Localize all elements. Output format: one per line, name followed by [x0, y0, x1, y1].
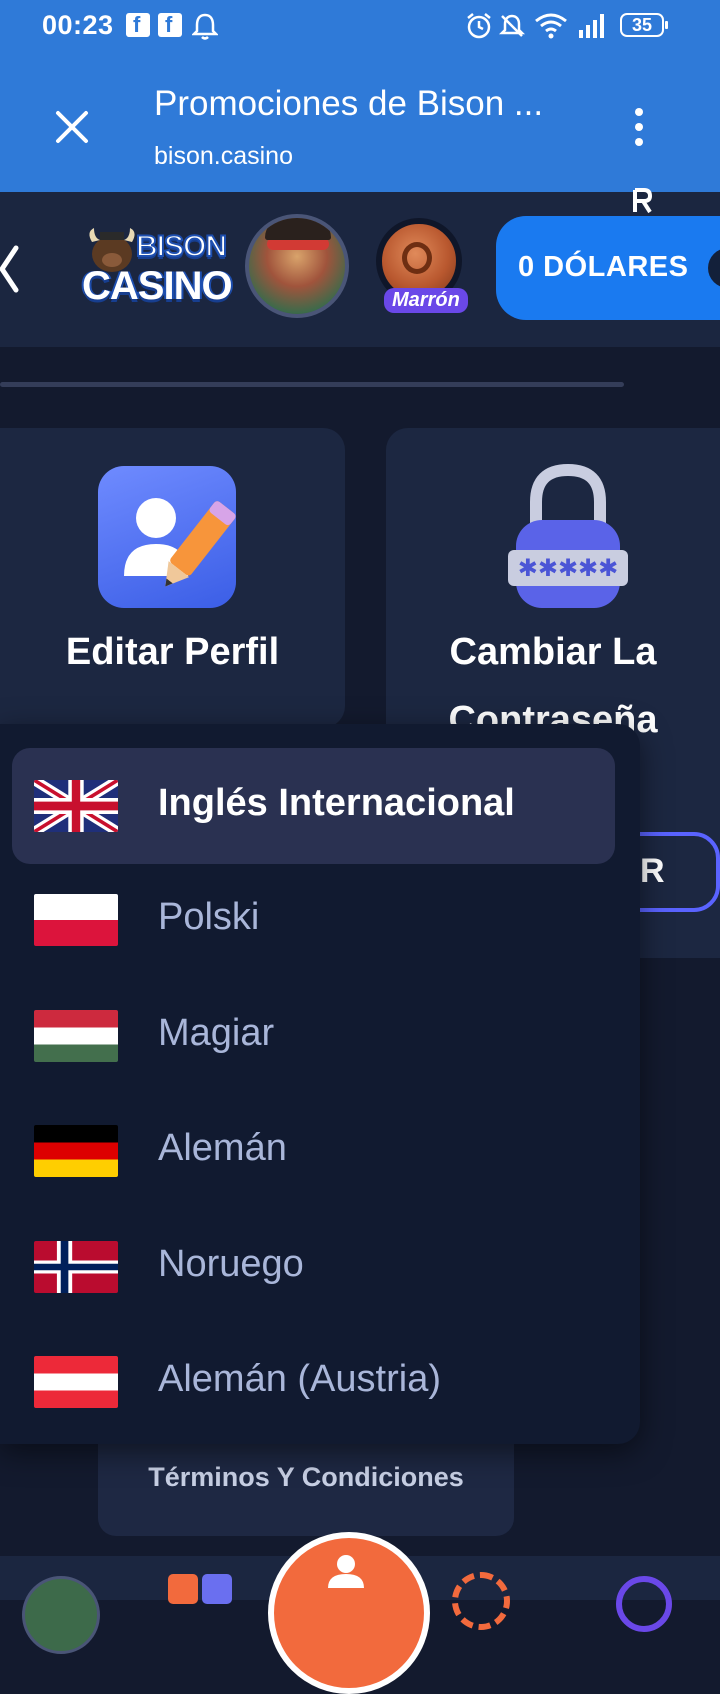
facebook-icon: f: [126, 12, 150, 37]
language-option-polski[interactable]: Polski: [12, 862, 615, 978]
change-password-button-label: R: [640, 852, 665, 890]
language-option-magiar[interactable]: Magiar: [12, 978, 615, 1094]
language-option-noruego[interactable]: Noruego: [12, 1209, 615, 1325]
tab-scroll-indicator: [0, 382, 624, 387]
edit-profile-label: Editar Perfil: [65, 631, 280, 673]
language-option-aleman-austria[interactable]: Alemán (Austria): [12, 1324, 615, 1440]
language-label: Alemán (Austria): [158, 1358, 441, 1400]
page-title: Promociones de Bison ...: [154, 84, 544, 123]
svg-text:✱✱✱✱✱: ✱✱✱✱✱: [518, 554, 619, 582]
site-header: BISON CASINO Marrón 0 DÓLARES: [0, 188, 720, 347]
center-action-button[interactable]: [268, 1532, 430, 1694]
change-password-label-line1: Cambiar La: [449, 631, 657, 673]
edit-profile-icon: [98, 466, 236, 608]
status-time: 00:23: [42, 10, 114, 40]
austria-flag-icon: [34, 1356, 118, 1408]
uk-flag-icon: [34, 780, 118, 832]
nav-profile-avatar[interactable]: [22, 1576, 100, 1654]
logo-text-bison: BISON: [135, 229, 228, 264]
language-label: Polski: [158, 896, 260, 938]
signal-icon: [579, 14, 604, 38]
alarm-icon: [467, 13, 491, 39]
terms-link[interactable]: Términos Y Condiciones: [98, 1444, 514, 1536]
norway-flag-icon: [34, 1241, 118, 1293]
person-icon: [328, 1555, 364, 1588]
rank-indicator[interactable]: Marrón: [370, 214, 474, 322]
language-label: Inglés Internacional: [158, 782, 515, 824]
logo-text-casino: CASINO: [82, 264, 233, 308]
partial-r-glyph: [633, 188, 653, 214]
language-label: Alemán: [158, 1127, 287, 1169]
nav-search-icon[interactable]: [616, 1576, 672, 1632]
battery-icon: 35: [620, 13, 668, 37]
terms-label: Términos Y Condiciones: [148, 1462, 464, 1492]
bison-casino-logo[interactable]: BISON CASINO: [80, 222, 233, 310]
balance-button[interactable]: 0 DÓLARES: [496, 216, 720, 320]
poland-flag-icon: [34, 894, 118, 946]
battery-level: 35: [631, 15, 653, 35]
mute-icon: [498, 14, 526, 37]
more-options-icon[interactable]: [632, 108, 646, 148]
language-label: Noruego: [158, 1243, 304, 1285]
page-url: bison.casino: [154, 142, 293, 170]
hungary-flag-icon: [34, 1010, 118, 1062]
lock-icon: ✱✱✱✱✱: [508, 463, 628, 608]
balance-button-icon: [708, 248, 720, 288]
balance-label: 0 DÓLARES: [518, 251, 689, 283]
status-bar: 00:23 f f 35: [0, 0, 720, 52]
avatar[interactable]: [245, 214, 349, 318]
facebook-icon: f: [158, 12, 182, 37]
germany-flag-icon: [34, 1125, 118, 1177]
back-chevron-icon[interactable]: [0, 244, 20, 294]
language-option-aleman[interactable]: Alemán: [12, 1093, 615, 1209]
language-option-ingles-internacional[interactable]: Inglés Internacional: [12, 748, 615, 864]
notification-bell-icon: [192, 13, 218, 40]
nav-casino-chip-icon[interactable]: [452, 1572, 510, 1630]
rank-badge: Marrón: [384, 288, 468, 313]
browser-toolbar: Promociones de Bison ... bison.casino: [0, 52, 720, 192]
language-label: Magiar: [158, 1012, 275, 1054]
wifi-icon: [535, 13, 567, 39]
edit-profile-card[interactable]: Editar Perfil: [0, 428, 345, 728]
close-icon[interactable]: [52, 107, 92, 147]
language-dropdown: Inglés Internacional Polski Magiar Alemá…: [0, 724, 640, 1444]
